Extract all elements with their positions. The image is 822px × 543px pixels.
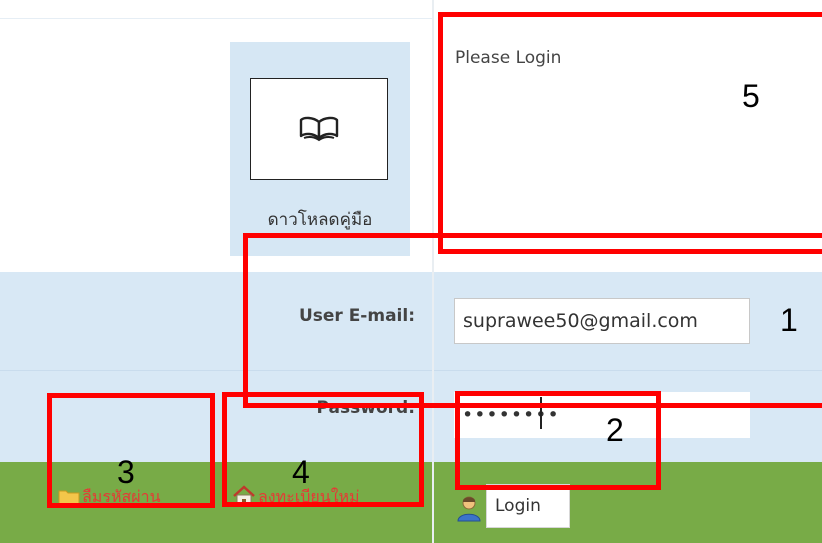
open-book-icon [299,116,339,142]
download-manual-label[interactable]: ดาวโหลดคู่มือ [230,206,410,233]
user-icon [457,496,481,522]
annotation-number-4: 4 [292,454,310,490]
annotation-number-2: 2 [606,412,624,448]
login-button[interactable]: Login [486,484,570,528]
annotation-box-2 [455,391,661,490]
divider [0,18,432,19]
annotation-box-1 [243,233,822,408]
annotation-number-5: 5 [742,78,760,114]
login-page: ดาวโหลดคู่มือ Please Login User E-mail: … [0,0,822,543]
annotation-number-1: 1 [780,302,798,338]
annotation-number-3: 3 [117,454,135,490]
annotation-box-4 [222,392,424,507]
annotation-box-5 [438,12,822,254]
download-manual-button[interactable] [250,78,388,180]
